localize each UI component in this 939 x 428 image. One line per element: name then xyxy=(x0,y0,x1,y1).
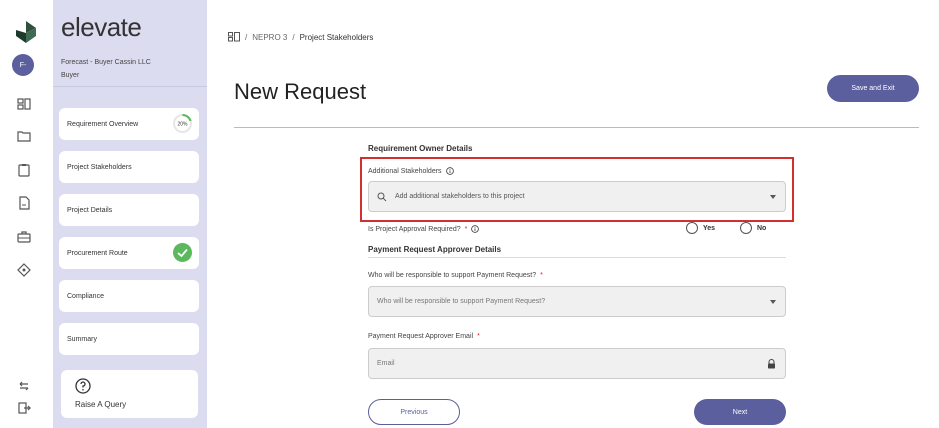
required-mark: * xyxy=(540,272,543,279)
email-label-text: Payment Request Approver Email xyxy=(368,333,474,340)
sidebar-item-label: Summary xyxy=(67,335,97,343)
icon-rail: F- xyxy=(0,0,53,428)
org-name: Forecast - Buyer Cassin LLC xyxy=(61,59,151,66)
sidebar-item-label: Project Details xyxy=(67,206,113,214)
sidebar-item-label: Project Stakeholders xyxy=(67,163,132,171)
sidebar-item-project-stakeholders[interactable]: Project Stakeholders xyxy=(59,151,199,183)
org-role: Buyer xyxy=(61,72,80,79)
clipboard-icon[interactable] xyxy=(16,162,32,178)
approval-yes-radio[interactable]: Yes xyxy=(686,222,715,234)
responsible-label-text: Who will be responsible to support Payme… xyxy=(368,272,537,279)
highlight-box xyxy=(360,157,794,222)
approval-label-text: Is Project Approval Required? xyxy=(368,225,461,233)
sidebar-item-label: Compliance xyxy=(67,292,104,300)
lock-icon xyxy=(768,359,775,369)
sidebar-item-summary[interactable]: Summary xyxy=(59,323,199,355)
brand-wordmark: elevate xyxy=(61,12,142,42)
folder-icon[interactable] xyxy=(16,128,32,144)
document-icon[interactable] xyxy=(16,195,32,211)
org-info: Forecast - Buyer Cassin LLC Buyer xyxy=(61,56,151,82)
email-placeholder: Email xyxy=(377,360,395,367)
required-mark: * xyxy=(464,225,468,233)
logout-icon[interactable] xyxy=(16,400,32,416)
section-divider xyxy=(368,257,786,258)
dashboard-icon[interactable] xyxy=(16,96,32,112)
header-divider xyxy=(234,127,919,128)
approval-no-radio[interactable]: No xyxy=(740,222,766,234)
sidebar-item-compliance[interactable]: Compliance xyxy=(59,280,199,312)
progress-ring-icon: 20% xyxy=(173,114,192,133)
sidebar-item-label: Procurement Route xyxy=(67,249,128,257)
dashboard-icon[interactable] xyxy=(228,32,240,42)
logo-icon xyxy=(16,21,36,43)
help-icon xyxy=(75,378,91,394)
sidebar-item-label: Requirement Overview xyxy=(67,120,139,128)
radio-circle xyxy=(686,222,698,234)
email-field[interactable]: Email xyxy=(368,348,786,379)
responsible-select[interactable]: Who will be responsible to support Payme… xyxy=(368,286,786,317)
sidebar-item-requirement-overview[interactable]: Requirement Overview 20% xyxy=(59,108,199,140)
section-title-requirement-owner: Requirement Owner Details xyxy=(368,144,473,153)
responsible-placeholder: Who will be responsible to support Payme… xyxy=(377,298,546,305)
email-label: Payment Request Approver Email * xyxy=(368,333,480,340)
responsible-label: Who will be responsible to support Payme… xyxy=(368,272,543,279)
raise-query-button[interactable]: Raise A Query xyxy=(61,370,198,418)
sidebar-item-project-details[interactable]: Project Details xyxy=(59,194,199,226)
radio-circle xyxy=(740,222,752,234)
raise-query-label: Raise A Query xyxy=(75,400,127,409)
check-icon xyxy=(173,243,192,262)
radio-label-yes: Yes xyxy=(703,224,716,232)
page-title: New Request xyxy=(234,79,367,104)
breadcrumb-separator: / xyxy=(245,32,248,42)
sidebar: elevate Forecast - Buyer Cassin LLC Buye… xyxy=(53,0,207,428)
next-button[interactable]: Next xyxy=(694,399,786,425)
required-mark: * xyxy=(477,333,480,340)
switch-icon[interactable] xyxy=(16,378,32,394)
chevron-down-icon xyxy=(770,300,776,304)
info-icon[interactable] xyxy=(471,225,480,233)
briefcase-icon[interactable] xyxy=(16,229,32,245)
approval-label: Is Project Approval Required? * xyxy=(368,225,480,233)
sidebar-divider xyxy=(53,86,207,87)
avatar[interactable]: F- xyxy=(12,54,34,76)
radio-label-no: No xyxy=(757,224,767,232)
breadcrumb: / NEPRO 3 / Project Stakeholders xyxy=(228,32,373,42)
tag-icon[interactable] xyxy=(16,262,32,278)
breadcrumb-project[interactable]: NEPRO 3 xyxy=(252,33,287,42)
progress-value: 20% xyxy=(177,122,188,128)
section-title-payment-approver: Payment Request Approver Details xyxy=(368,245,502,254)
save-and-exit-button[interactable]: Save and Exit xyxy=(827,75,919,102)
breadcrumb-separator: / xyxy=(292,32,295,42)
sidebar-item-procurement-route[interactable]: Procurement Route xyxy=(59,237,199,269)
breadcrumb-current: Project Stakeholders xyxy=(299,32,374,42)
previous-button[interactable]: Previous xyxy=(368,399,460,425)
